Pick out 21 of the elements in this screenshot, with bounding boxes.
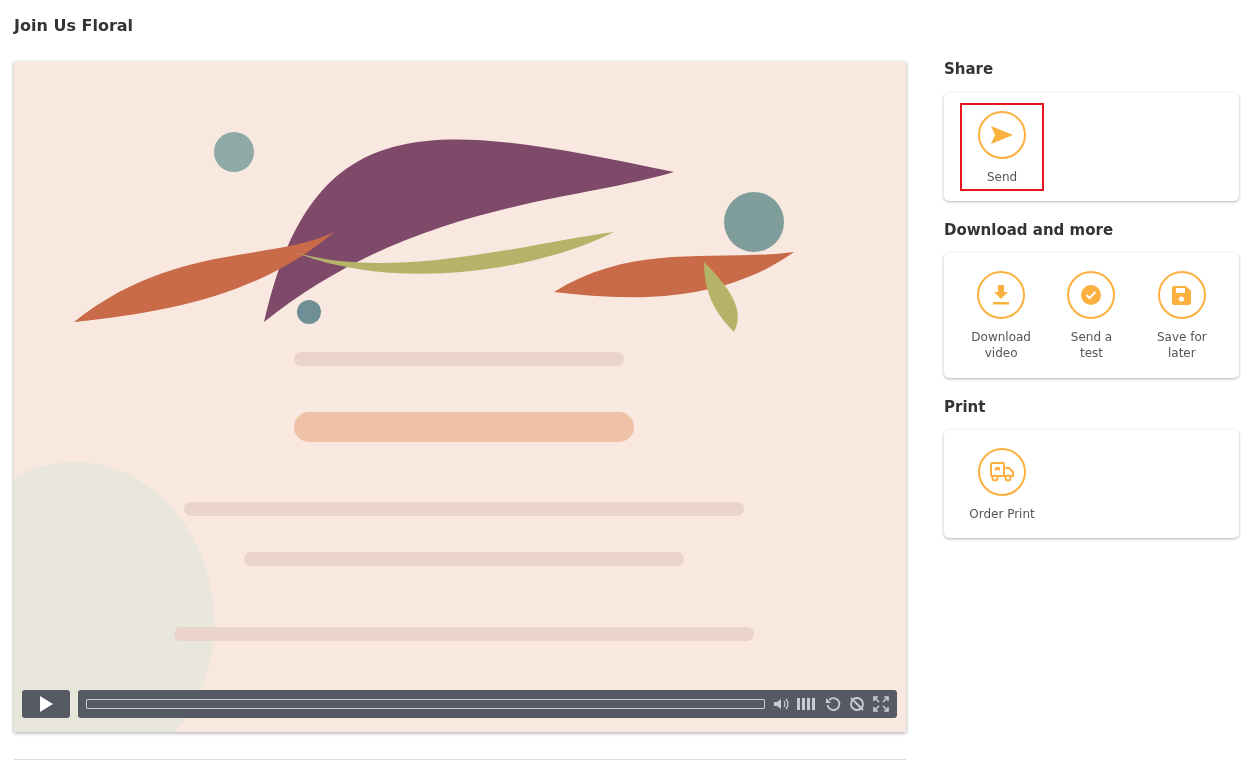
action-button[interactable]: Send a test <box>1050 263 1133 368</box>
section-heading: Download and more <box>944 219 1115 241</box>
action-button[interactable]: Order Print <box>960 440 1044 529</box>
action-button[interactable]: Send <box>960 102 1044 191</box>
check-icon <box>1081 285 1102 306</box>
volume-icon[interactable] <box>773 696 789 712</box>
volume-level-icon[interactable] <box>797 696 817 712</box>
replay-icon[interactable] <box>825 696 841 712</box>
section-heading: Share <box>944 59 995 80</box>
truck-icon <box>990 462 1014 483</box>
play-button[interactable] <box>22 690 70 718</box>
page-title: Join Us Floral <box>14 15 135 37</box>
action-button[interactable]: Download video <box>960 263 1043 368</box>
loop-off-icon[interactable] <box>849 696 865 712</box>
send-icon <box>991 125 1013 144</box>
progress-track[interactable] <box>86 699 765 709</box>
play-icon <box>39 696 53 712</box>
section-heading: Print <box>944 396 987 418</box>
action-button[interactable]: Save for later <box>1140 263 1223 368</box>
fullscreen-icon[interactable] <box>873 696 889 712</box>
download-icon <box>992 285 1011 306</box>
